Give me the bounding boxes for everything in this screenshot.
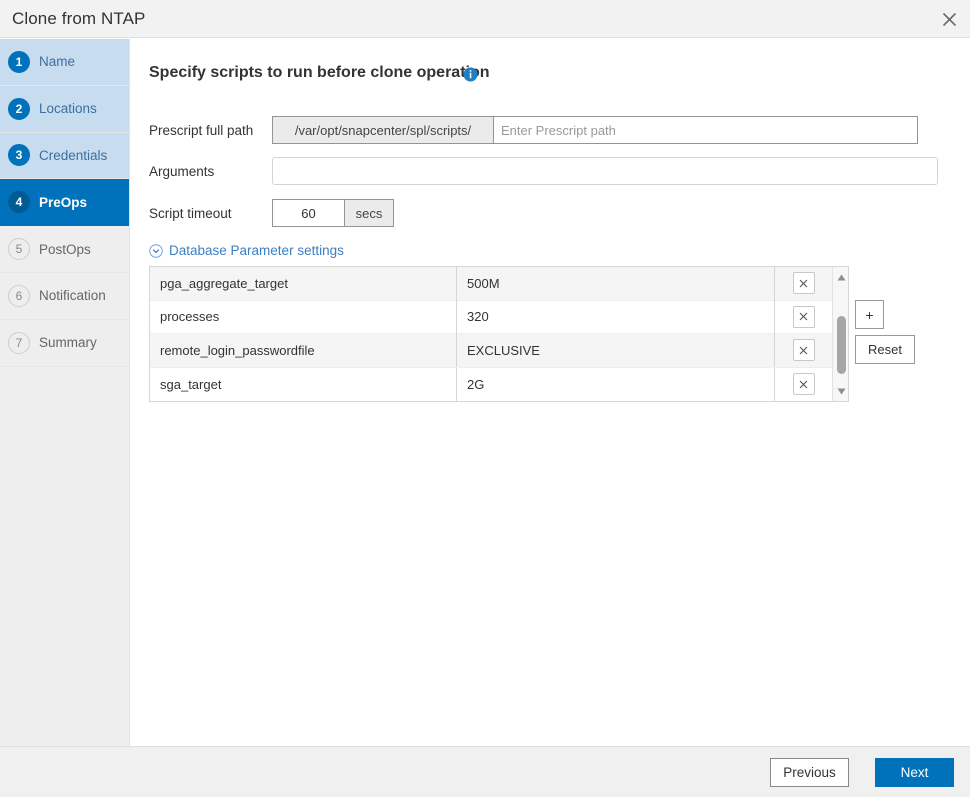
table-row[interactable]: pga_aggregate_target 500M [150, 267, 832, 301]
delete-row-button[interactable] [793, 373, 815, 395]
chevron-down-circle-icon [149, 244, 163, 258]
sidebar-step-locations[interactable]: 2 Locations [0, 86, 129, 133]
prescript-field-group: /var/opt/snapcenter/spl/scripts/ [272, 116, 918, 144]
row-action [774, 300, 832, 334]
row-action [774, 267, 832, 300]
parameter-value[interactable]: EXCLUSIVE [457, 334, 774, 368]
prescript-label: Prescript full path [149, 123, 253, 138]
dialog-footer: Previous Next [0, 746, 970, 797]
database-parameter-settings-toggle[interactable]: Database Parameter settings [149, 243, 344, 258]
step-label: Name [39, 54, 75, 69]
script-timeout-group: secs [272, 199, 394, 227]
prescript-input[interactable] [494, 116, 918, 144]
step-badge: 7 [8, 332, 30, 354]
step-label: PostOps [39, 242, 91, 257]
wizard-sidebar: 1 Name 2 Locations 3 Credentials 4 PreOp… [0, 39, 130, 746]
step-label: Locations [39, 101, 97, 116]
parameter-name: pga_aggregate_target [150, 267, 457, 300]
script-timeout-unit: secs [345, 199, 394, 227]
step-badge: 2 [8, 98, 30, 120]
table-body: pga_aggregate_target 500M processes 320 [150, 267, 832, 401]
database-parameter-table: pga_aggregate_target 500M processes 320 [149, 266, 849, 402]
info-icon[interactable] [463, 67, 478, 82]
arguments-label: Arguments [149, 164, 214, 179]
sidebar-step-name[interactable]: 1 Name [0, 39, 129, 86]
sidebar-step-notification[interactable]: 6 Notification [0, 273, 129, 320]
sidebar-step-summary[interactable]: 7 Summary [0, 320, 129, 367]
step-badge: 6 [8, 285, 30, 307]
dialog-titlebar: Clone from NTAP [0, 0, 970, 38]
parameter-value[interactable]: 500M [457, 267, 774, 300]
table-row[interactable]: remote_login_passwordfile EXCLUSIVE [150, 334, 832, 368]
triangle-down-icon[interactable] [833, 383, 849, 399]
table-row[interactable]: processes 320 [150, 301, 832, 335]
script-timeout-input[interactable] [272, 199, 345, 227]
delete-row-button[interactable] [793, 272, 815, 294]
add-parameter-button[interactable]: + [855, 300, 884, 329]
parameter-name: remote_login_passwordfile [150, 334, 457, 368]
script-timeout-label: Script timeout [149, 206, 232, 221]
sidebar-step-preops[interactable]: 4 PreOps [0, 179, 129, 226]
delete-row-button[interactable] [793, 339, 815, 361]
parameter-value[interactable]: 2G [457, 368, 774, 402]
row-action [774, 368, 832, 402]
step-label: Credentials [39, 148, 107, 163]
triangle-up-icon[interactable] [833, 269, 849, 285]
row-action [774, 334, 832, 368]
dialog-title: Clone from NTAP [12, 9, 145, 29]
parameter-name: processes [150, 300, 457, 334]
previous-button[interactable]: Previous [770, 758, 849, 787]
scrollbar-thumb[interactable] [837, 316, 846, 374]
page-title: Specify scripts to run before clone oper… [149, 64, 490, 82]
sidebar-step-postops[interactable]: 5 PostOps [0, 226, 129, 273]
step-label: Summary [39, 335, 97, 350]
table-row[interactable]: sga_target 2G [150, 368, 832, 402]
sidebar-step-credentials[interactable]: 3 Credentials [0, 133, 129, 180]
next-button[interactable]: Next [875, 758, 954, 787]
close-icon[interactable] [936, 6, 962, 32]
arguments-input[interactable] [272, 157, 938, 185]
database-parameter-settings-label: Database Parameter settings [169, 243, 344, 258]
reset-parameters-button[interactable]: Reset [855, 335, 915, 364]
parameter-value[interactable]: 320 [457, 300, 774, 334]
preops-panel: Specify scripts to run before clone oper… [131, 39, 970, 746]
step-badge: 3 [8, 144, 30, 166]
clone-from-ntap-dialog: Clone from NTAP 1 Name 2 Locations 3 Cre… [0, 0, 970, 797]
prescript-path-prefix: /var/opt/snapcenter/spl/scripts/ [272, 116, 494, 144]
step-badge: 5 [8, 238, 30, 260]
parameter-name: sga_target [150, 368, 457, 402]
delete-row-button[interactable] [793, 306, 815, 328]
step-badge: 1 [8, 51, 30, 73]
step-label: PreOps [39, 195, 87, 210]
step-badge: 4 [8, 191, 30, 213]
table-scrollbar[interactable] [832, 267, 848, 401]
step-label: Notification [39, 288, 106, 303]
